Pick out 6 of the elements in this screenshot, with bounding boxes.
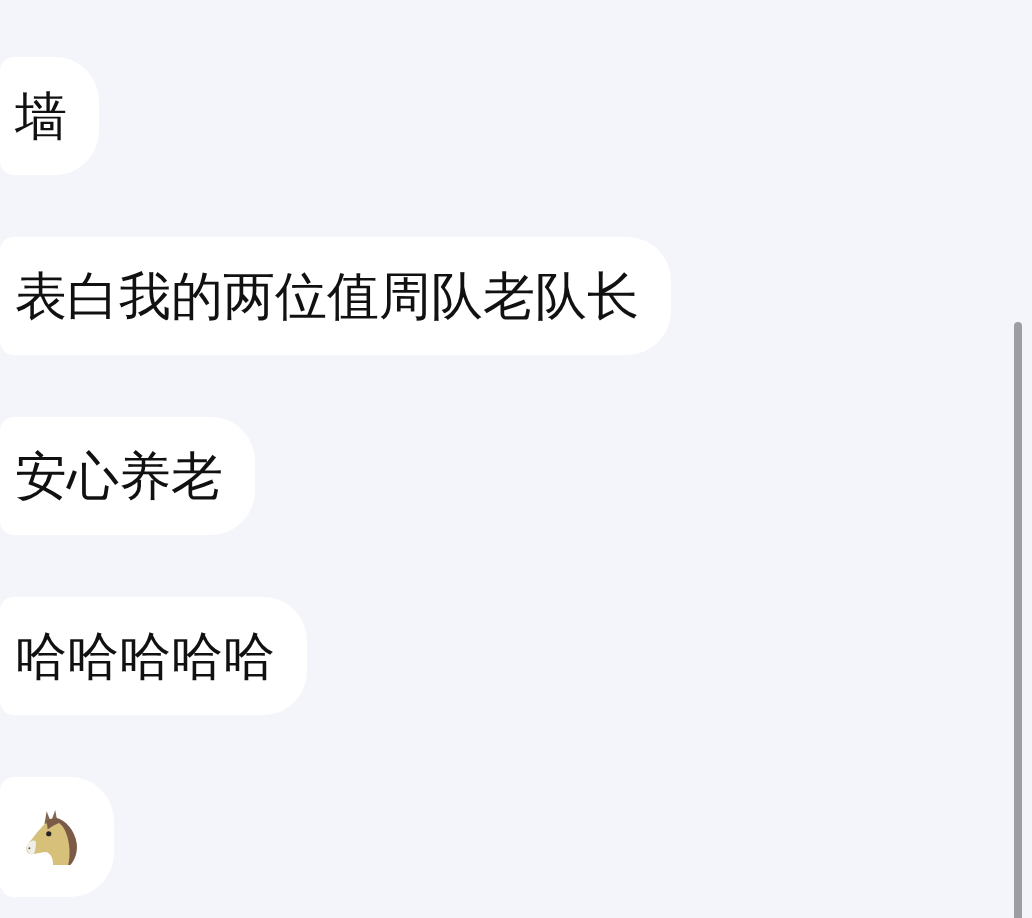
horse-icon xyxy=(24,809,80,865)
message-bubble: 哈哈哈哈哈 xyxy=(0,597,307,715)
message-bubble: 安心养老 xyxy=(0,417,255,535)
message-bubble: 墙 xyxy=(0,57,99,175)
scrollbar[interactable] xyxy=(1014,322,1022,918)
message-bubble: 表白我的两位值周队老队长 xyxy=(0,237,671,355)
